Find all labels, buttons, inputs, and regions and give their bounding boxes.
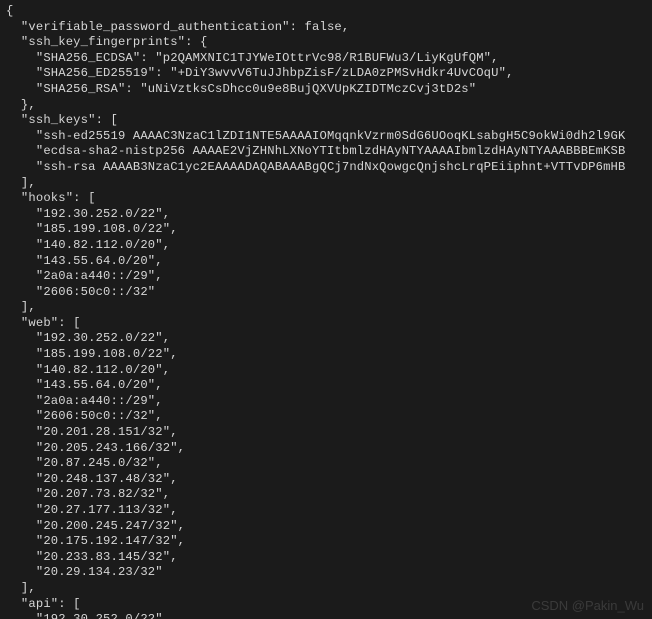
json-code-block: { "verifiable_password_authentication": … <box>0 0 652 619</box>
